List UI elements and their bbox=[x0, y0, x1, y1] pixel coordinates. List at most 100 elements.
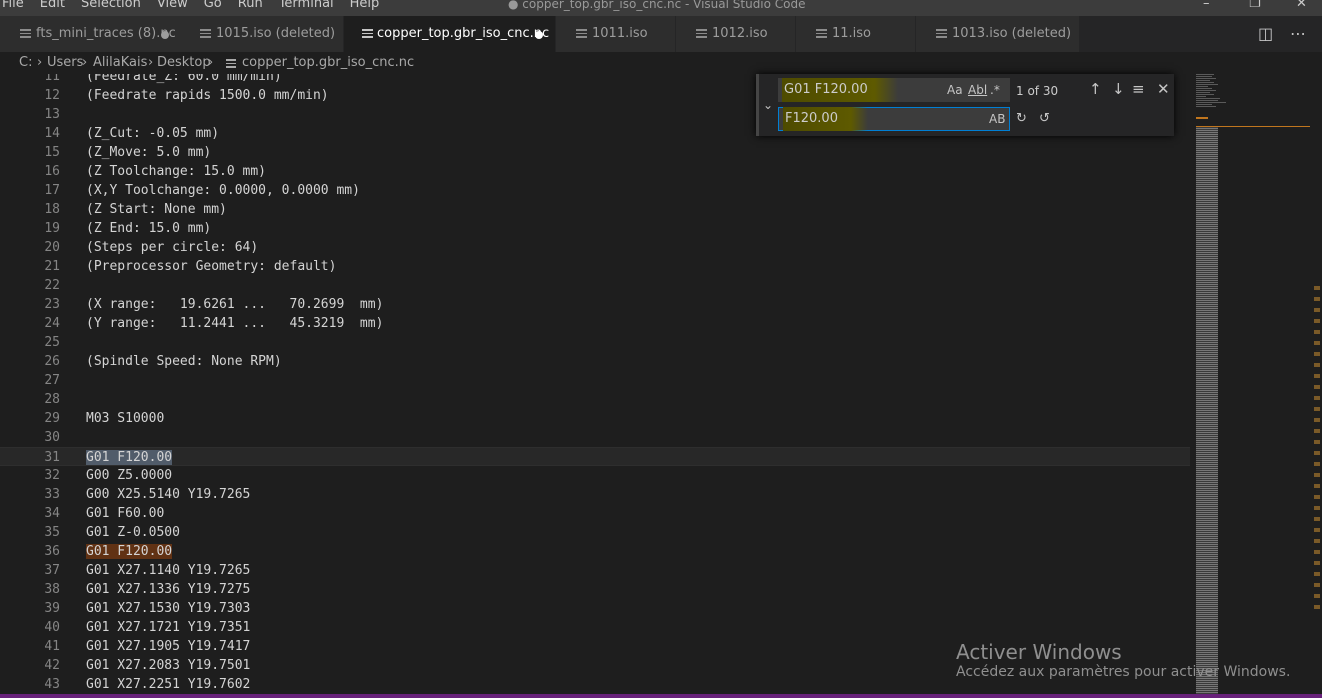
split-editor-icon[interactable]: ◫ bbox=[1258, 16, 1273, 52]
code-line[interactable]: 25 bbox=[0, 333, 1190, 352]
code-text[interactable]: (Steps per circle: 64) bbox=[86, 238, 258, 257]
regex-icon[interactable]: .* bbox=[990, 78, 1000, 102]
code-text[interactable]: G01 F120.00 bbox=[86, 448, 173, 467]
code-text[interactable]: (Z Start: None mm) bbox=[86, 200, 227, 219]
menu-file[interactable]: File bbox=[0, 0, 32, 13]
code-line[interactable]: 17 (X,Y Toolchange: 0.0000, 0.0000 mm) bbox=[0, 181, 1190, 200]
code-text[interactable]: (Feedrate_Z: 60.0 mm/min) bbox=[86, 74, 282, 86]
code-line[interactable]: 20 (Steps per circle: 64) bbox=[0, 238, 1190, 257]
scrollbar-match-marker bbox=[1314, 572, 1320, 576]
tab-1015-iso[interactable]: 1015.iso (deleted) bbox=[180, 16, 344, 52]
code-line[interactable]: 21 (Preprocessor Geometry: default) bbox=[0, 257, 1190, 276]
tab-fts-mini-traces[interactable]: fts_mini_traces (8).nc bbox=[0, 16, 182, 52]
menu-help[interactable]: Help bbox=[342, 0, 388, 13]
code-text[interactable]: G01 F120.00 bbox=[86, 542, 173, 561]
replace-input-value[interactable]: F120.00 bbox=[783, 107, 868, 131]
code-line[interactable]: 33 G00 X25.5140 Y19.7265 bbox=[0, 485, 1190, 504]
code-line[interactable]: 15 (Z_Move: 5.0 mm) bbox=[0, 143, 1190, 162]
code-line[interactable]: 36 G01 F120.00 bbox=[0, 542, 1190, 561]
code-line[interactable]: 35 G01 Z-0.0500 bbox=[0, 523, 1190, 542]
code-text[interactable]: G00 X25.5140 Y19.7265 bbox=[86, 485, 250, 504]
code-line[interactable]: 26 (Spindle Speed: None RPM) bbox=[0, 352, 1190, 371]
find-input[interactable]: G01 F120.00 Aa Abl .* bbox=[778, 78, 1010, 102]
code-text[interactable]: G01 X27.1721 Y19.7351 bbox=[86, 618, 250, 637]
arrow-down-icon[interactable]: ↓ bbox=[1112, 78, 1125, 100]
code-line[interactable]: 27 bbox=[0, 371, 1190, 390]
restore-icon[interactable]: ❐ bbox=[1249, 0, 1261, 12]
code-editor[interactable]: 11 (Feedrate_Z: 60.0 mm/min) 12 (Feedrate r… bbox=[0, 74, 1190, 694]
menu-terminal[interactable]: Terminal bbox=[271, 0, 342, 13]
code-text[interactable]: G01 Z-0.0500 bbox=[86, 523, 180, 542]
preserve-case-icon[interactable]: AB bbox=[989, 107, 1005, 131]
code-line[interactable]: 40 G01 X27.1721 Y19.7351 bbox=[0, 618, 1190, 637]
code-text[interactable]: (Preprocessor Geometry: default) bbox=[86, 257, 336, 276]
tab-1013-iso[interactable]: 1013.iso (deleted) bbox=[916, 16, 1080, 52]
match-case-icon[interactable]: Aa bbox=[947, 78, 963, 102]
code-text[interactable]: G01 X27.1140 Y19.7265 bbox=[86, 561, 250, 580]
find-in-selection-icon[interactable]: ≡ bbox=[1132, 78, 1145, 100]
window-close-icon[interactable]: ✕ bbox=[1296, 0, 1307, 12]
breadcrumb-desktop[interactable]: Desktop bbox=[157, 52, 211, 74]
menu-selection[interactable]: Selection bbox=[73, 0, 149, 13]
code-line[interactable]: 30 bbox=[0, 428, 1190, 447]
code-text[interactable]: M03 S10000 bbox=[86, 409, 164, 428]
line-number: 31 bbox=[44, 450, 60, 465]
tab-1011-iso[interactable]: 1011.iso bbox=[556, 16, 676, 52]
code-line[interactable]: 37 G01 X27.1140 Y19.7265 bbox=[0, 561, 1190, 580]
code-text[interactable]: (Z Toolchange: 15.0 mm) bbox=[86, 162, 266, 181]
replace-all-icon[interactable]: ↺ bbox=[1039, 108, 1050, 130]
menu-view[interactable]: View bbox=[149, 0, 196, 13]
code-text[interactable]: G01 X27.1530 Y19.7303 bbox=[86, 599, 250, 618]
code-text[interactable]: G00 Z5.0000 bbox=[86, 466, 172, 485]
breadcrumb-users[interactable]: Users bbox=[47, 52, 83, 74]
code-line[interactable]: 18 (Z Start: None mm) bbox=[0, 200, 1190, 219]
whole-word-icon[interactable]: Abl bbox=[968, 78, 987, 102]
close-icon[interactable]: ✕ bbox=[1157, 78, 1170, 100]
code-line[interactable]: 29 M03 S10000 bbox=[0, 409, 1190, 428]
code-line[interactable]: 16 (Z Toolchange: 15.0 mm) bbox=[0, 162, 1190, 181]
code-text[interactable]: G01 X27.2083 Y19.7501 bbox=[86, 656, 250, 675]
code-text[interactable]: (X range: 19.6261 ... 70.2699 mm) bbox=[86, 295, 383, 314]
code-line[interactable]: 38 G01 X27.1336 Y19.7275 bbox=[0, 580, 1190, 599]
code-text[interactable]: G01 X27.1336 Y19.7275 bbox=[86, 580, 250, 599]
code-text[interactable]: (Z End: 15.0 mm) bbox=[86, 219, 211, 238]
vertical-scrollbar[interactable] bbox=[1310, 74, 1322, 694]
replace-icon[interactable]: ↻ bbox=[1016, 108, 1027, 130]
minimize-icon[interactable]: – bbox=[1203, 0, 1210, 12]
code-text[interactable]: (X,Y Toolchange: 0.0000, 0.0000 mm) bbox=[86, 181, 360, 200]
menu-run[interactable]: Run bbox=[230, 0, 271, 13]
code-line[interactable]: 19 (Z End: 15.0 mm) bbox=[0, 219, 1190, 238]
code-text[interactable]: (Z_Move: 5.0 mm) bbox=[86, 143, 211, 162]
tab-1012-iso[interactable]: 1012.iso bbox=[676, 16, 796, 52]
minimap[interactable] bbox=[1190, 74, 1310, 694]
find-input-value[interactable]: G01 F120.00 bbox=[782, 78, 898, 102]
code-line[interactable]: 32 G00 Z5.0000 bbox=[0, 466, 1190, 485]
tab-copper-top[interactable]: copper_top.gbr_iso_cnc.nc bbox=[344, 16, 556, 52]
replace-input[interactable]: F120.00 AB bbox=[778, 107, 1010, 131]
code-text[interactable]: G01 X27.2251 Y19.7602 bbox=[86, 675, 250, 694]
code-text[interactable]: G01 X27.1905 Y19.7417 bbox=[86, 637, 250, 656]
code-text[interactable]: (Feedrate rapids 1500.0 mm/min) bbox=[86, 86, 329, 105]
more-actions-icon[interactable]: ⋯ bbox=[1290, 16, 1306, 52]
chevron-down-icon[interactable]: ⌄ bbox=[763, 98, 773, 112]
code-text[interactable]: G01 F60.00 bbox=[86, 504, 164, 523]
breadcrumb-user[interactable]: AlilaKais bbox=[93, 52, 147, 74]
code-line[interactable]: 24 (Y range: 11.2441 ... 45.3219 mm) bbox=[0, 314, 1190, 333]
menu-go[interactable]: Go bbox=[196, 0, 230, 13]
arrow-up-icon[interactable]: ↑ bbox=[1089, 78, 1102, 100]
code-line[interactable]: 28 bbox=[0, 390, 1190, 409]
code-text[interactable]: (Spindle Speed: None RPM) bbox=[86, 352, 282, 371]
code-line[interactable]: 34 G01 F60.00 bbox=[0, 504, 1190, 523]
modified-dot-icon[interactable] bbox=[535, 31, 543, 39]
tab-11-iso[interactable]: 11.iso bbox=[796, 16, 916, 52]
code-line[interactable]: 31 G01 F120.00 bbox=[0, 447, 1190, 466]
breadcrumb-drive[interactable]: C: bbox=[19, 52, 32, 74]
code-line[interactable]: 23 (X range: 19.6261 ... 70.2699 mm) bbox=[0, 295, 1190, 314]
code-text[interactable]: (Y range: 11.2441 ... 45.3219 mm) bbox=[86, 314, 383, 333]
menu-edit[interactable]: Edit bbox=[32, 0, 73, 13]
modified-dot-icon[interactable] bbox=[161, 31, 169, 39]
breadcrumb-file[interactable]: copper_top.gbr_iso_cnc.nc bbox=[242, 52, 414, 74]
code-line[interactable]: 39 G01 X27.1530 Y19.7303 bbox=[0, 599, 1190, 618]
code-line[interactable]: 22 bbox=[0, 276, 1190, 295]
code-text[interactable]: (Z_Cut: -0.05 mm) bbox=[86, 124, 219, 143]
